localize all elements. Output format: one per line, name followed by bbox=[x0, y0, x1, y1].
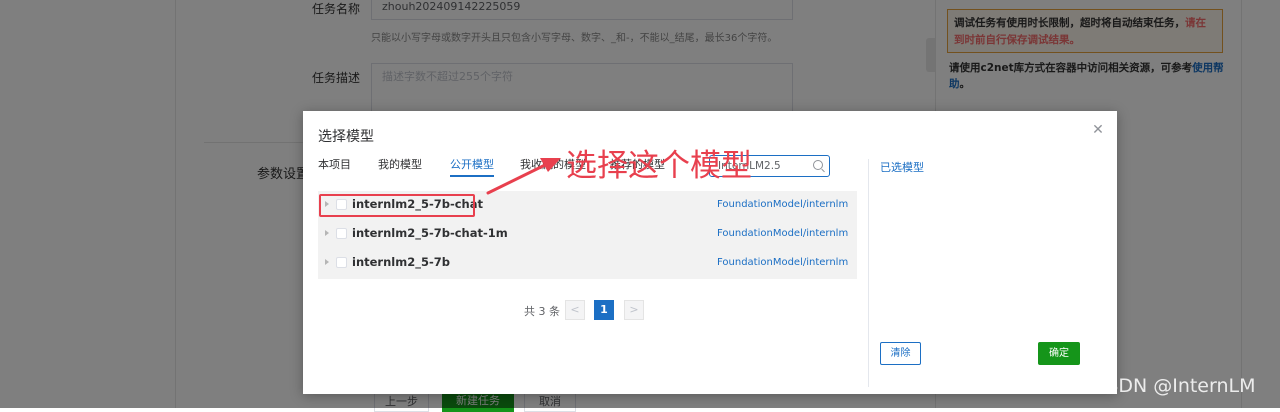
model-name: internlm2_5-7b bbox=[352, 255, 450, 269]
caret-right-icon[interactable] bbox=[325, 259, 329, 265]
tab-my-models[interactable]: 我的模型 bbox=[378, 156, 422, 172]
confirm-button[interactable]: 确定 bbox=[1038, 342, 1080, 365]
model-name: internlm2_5-7b-chat-1m bbox=[352, 226, 508, 240]
tab-this-project[interactable]: 本项目 bbox=[318, 156, 351, 172]
selected-models-label: 已选模型 bbox=[880, 161, 924, 174]
pagination-page-1[interactable]: 1 bbox=[594, 300, 614, 320]
dialog-column-divider bbox=[868, 159, 869, 387]
list-item[interactable]: internlm2_5-7b FoundationModel/internlm bbox=[318, 249, 857, 278]
list-item[interactable]: internlm2_5-7b-chat-1m FoundationModel/i… bbox=[318, 220, 857, 249]
annotation-highlight-box bbox=[319, 194, 475, 217]
tab-public-models[interactable]: 公开模型 bbox=[450, 156, 494, 177]
clear-selection-button[interactable]: 清除 bbox=[880, 342, 921, 365]
model-checkbox[interactable] bbox=[336, 257, 347, 268]
model-repo[interactable]: FoundationModel/internlm bbox=[717, 228, 848, 239]
model-repo[interactable]: FoundationModel/internlm bbox=[717, 257, 848, 268]
search-icon[interactable] bbox=[813, 160, 823, 170]
annotation-text: 选择这个模型 bbox=[566, 148, 752, 184]
model-repo[interactable]: FoundationModel/internlm bbox=[717, 199, 848, 210]
pagination-prev-button[interactable]: < bbox=[565, 300, 585, 320]
watermark: CSDN @InternLM bbox=[1093, 375, 1256, 397]
pagination-total: 共 3 条 bbox=[524, 305, 560, 318]
model-checkbox[interactable] bbox=[336, 228, 347, 239]
caret-right-icon[interactable] bbox=[325, 230, 329, 236]
dialog-title: 选择模型 bbox=[318, 129, 374, 145]
pagination-next-button[interactable]: > bbox=[624, 300, 644, 320]
close-icon[interactable]: ✕ bbox=[1091, 123, 1105, 137]
